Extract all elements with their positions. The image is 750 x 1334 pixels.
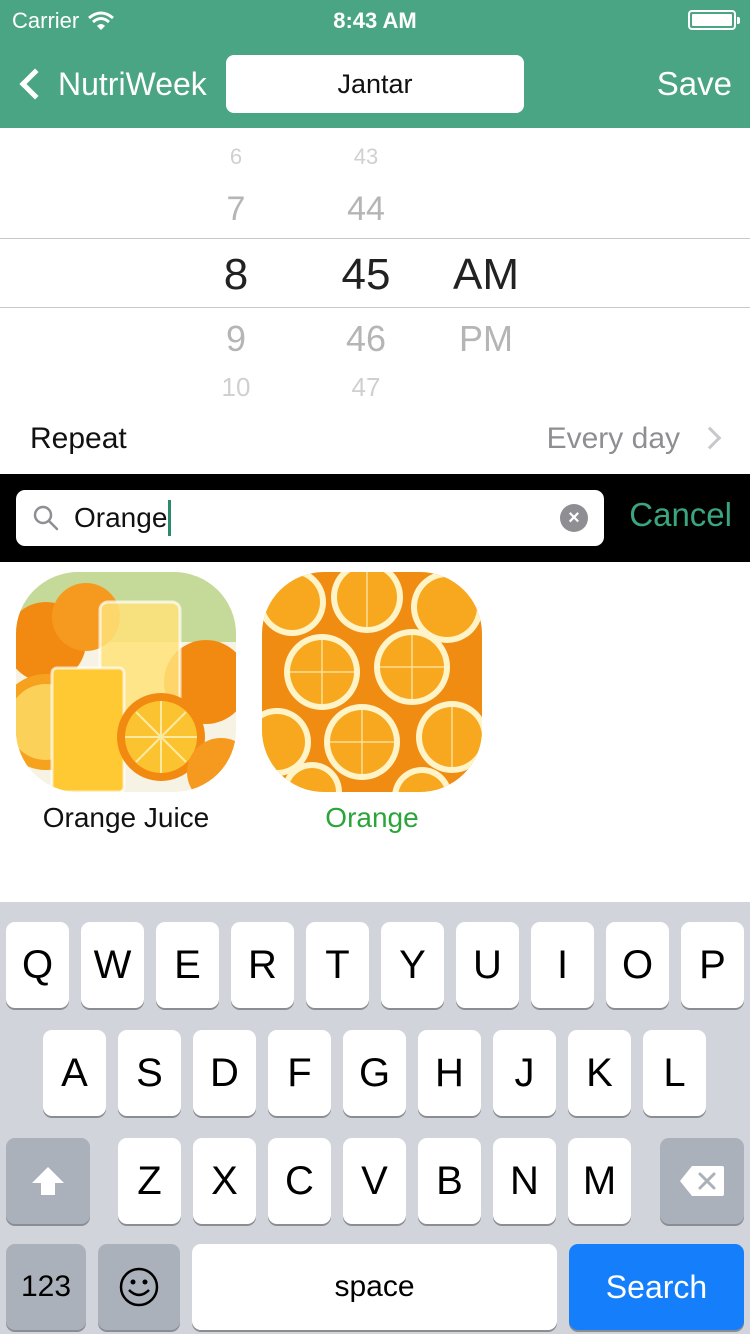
- chevron-right-icon: [698, 426, 722, 450]
- key-l[interactable]: L: [643, 1030, 706, 1116]
- key-c[interactable]: C: [268, 1138, 331, 1224]
- orange-slices-image: [262, 572, 482, 792]
- hour-option-selected[interactable]: 8: [166, 250, 306, 300]
- back-chevron-icon: [19, 68, 51, 100]
- hour-option[interactable]: 9: [166, 318, 306, 360]
- time-picker[interactable]: 6 7 8 9 10 43 44 45 46 47 AM PM: [0, 128, 750, 400]
- status-bar: Carrier 8:43 AM: [0, 0, 750, 40]
- search-query: Orange: [74, 500, 172, 536]
- text-cursor: [168, 500, 172, 536]
- result-caption: Orange Juice: [42, 802, 210, 833]
- repeat-label: Repeat: [30, 422, 127, 455]
- search-results: Orange Juice Orange: [0, 562, 750, 902]
- minute-wheel[interactable]: 43 44 45 46 47: [296, 128, 436, 400]
- key-q[interactable]: Q: [6, 922, 69, 1008]
- battery-icon: [688, 10, 740, 30]
- hour-wheel[interactable]: 6 7 8 9 10: [166, 128, 306, 400]
- shift-arrow-icon: [32, 1167, 64, 1195]
- key-n[interactable]: N: [493, 1138, 556, 1224]
- delete-key[interactable]: [660, 1138, 744, 1224]
- key-u[interactable]: U: [456, 922, 519, 1008]
- key-k[interactable]: K: [568, 1030, 631, 1116]
- navigation-header: Carrier 8:43 AM NutriWeek Jantar Save: [0, 0, 750, 128]
- backspace-icon: [680, 1166, 724, 1196]
- back-label: NutriWeek: [58, 65, 207, 102]
- search-icon: [33, 505, 59, 531]
- shift-key[interactable]: [6, 1138, 90, 1224]
- period-option-selected[interactable]: AM: [416, 250, 556, 300]
- key-e[interactable]: E: [156, 922, 219, 1008]
- result-caption-selected: Orange: [325, 802, 419, 833]
- cancel-button[interactable]: Cancel: [629, 496, 732, 534]
- key-b[interactable]: B: [418, 1138, 481, 1224]
- key-d[interactable]: D: [193, 1030, 256, 1116]
- hour-option[interactable]: 7: [166, 190, 306, 229]
- minute-option[interactable]: 43: [296, 144, 436, 170]
- key-t[interactable]: T: [306, 922, 369, 1008]
- minute-option[interactable]: 47: [296, 372, 436, 400]
- hour-option[interactable]: 6: [166, 144, 306, 170]
- key-z[interactable]: Z: [118, 1138, 181, 1224]
- key-g[interactable]: G: [343, 1030, 406, 1116]
- key-r[interactable]: R: [231, 922, 294, 1008]
- back-button[interactable]: NutriWeek: [14, 62, 207, 106]
- result-item-orange-juice[interactable]: Orange Juice: [16, 572, 236, 834]
- search-bar: Orange × Cancel: [0, 474, 750, 562]
- keyboard: Q W E R T Y U I O P A S D F G H J K L Z …: [0, 902, 750, 1334]
- key-p[interactable]: P: [681, 922, 744, 1008]
- search-input[interactable]: Orange ×: [16, 490, 604, 546]
- key-a[interactable]: A: [43, 1030, 106, 1116]
- result-item-orange[interactable]: Orange: [262, 572, 482, 834]
- repeat-row[interactable]: Repeat Every day: [0, 404, 750, 474]
- repeat-value: Every day: [546, 422, 680, 455]
- key-o[interactable]: O: [606, 922, 669, 1008]
- key-x[interactable]: X: [193, 1138, 256, 1224]
- key-m[interactable]: M: [568, 1138, 631, 1224]
- key-j[interactable]: J: [493, 1030, 556, 1116]
- save-button[interactable]: Save: [657, 62, 732, 106]
- hour-option[interactable]: 10: [166, 372, 306, 400]
- numbers-key[interactable]: 123: [6, 1244, 86, 1330]
- meal-name-field[interactable]: Jantar: [226, 55, 524, 113]
- status-time: 8:43 AM: [333, 8, 417, 33]
- emoji-smiley-icon: [119, 1267, 159, 1307]
- period-wheel[interactable]: AM PM: [416, 128, 556, 400]
- key-h[interactable]: H: [418, 1030, 481, 1116]
- minute-option[interactable]: 46: [296, 318, 436, 360]
- key-i[interactable]: I: [531, 922, 594, 1008]
- clear-search-icon[interactable]: ×: [560, 504, 588, 532]
- key-w[interactable]: W: [81, 922, 144, 1008]
- key-y[interactable]: Y: [381, 922, 444, 1008]
- search-key[interactable]: Search: [569, 1244, 744, 1330]
- key-s[interactable]: S: [118, 1030, 181, 1116]
- minute-option-selected[interactable]: 45: [296, 250, 436, 300]
- emoji-key[interactable]: [98, 1244, 180, 1330]
- key-f[interactable]: F: [268, 1030, 331, 1116]
- key-v[interactable]: V: [343, 1138, 406, 1224]
- orange-juice-image: [16, 572, 236, 792]
- space-key[interactable]: space: [192, 1244, 557, 1330]
- minute-option[interactable]: 44: [296, 190, 436, 229]
- search-query-text: Orange: [74, 502, 168, 533]
- period-option[interactable]: PM: [416, 318, 556, 360]
